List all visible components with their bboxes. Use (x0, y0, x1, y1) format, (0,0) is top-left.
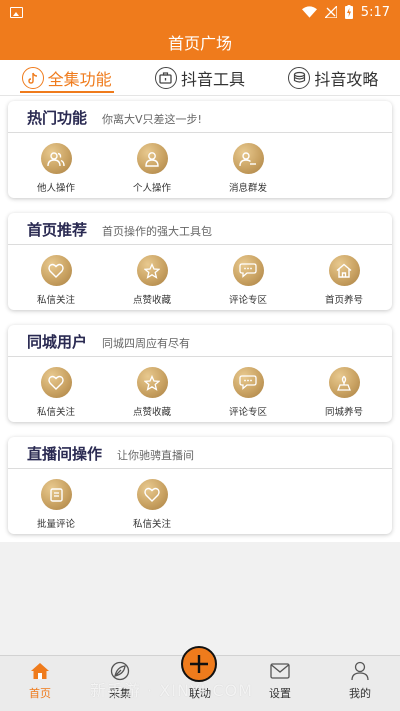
section-subtitle: 让你驰骋直播间 (117, 449, 195, 462)
person-icon (351, 660, 369, 682)
page-title: 首页广场 (167, 34, 232, 53)
users-icon (40, 143, 72, 174)
star-icon (136, 255, 168, 286)
wifi-icon (301, 6, 317, 18)
feature-mass-message[interactable]: 消息群发 (200, 143, 296, 194)
tab-label: 抖音工具 (180, 69, 245, 89)
feature-dm-follow[interactable]: 私信关注 (8, 255, 104, 306)
feature-list: 热门功能 你离大V只差这一步! 他人操作 个人操作 消息群发 首页推荐 首页操作… (0, 96, 400, 542)
feature-personal-ops[interactable]: 个人操作 (104, 143, 200, 194)
home-icon (30, 660, 50, 682)
user-icon (136, 143, 168, 174)
tab-label: 全集功能 (47, 69, 112, 89)
user-broadcast-icon (232, 143, 264, 174)
watermark: 新手游 · XINYI.COM (90, 681, 254, 700)
feature-batch-comment[interactable]: 批量评论 (8, 479, 104, 530)
star-icon (136, 367, 168, 398)
section-live-room: 直播间操作 让你驰骋直播间 批量评论 私信关注 (8, 437, 392, 534)
nav-profile[interactable]: 我的 (320, 656, 400, 711)
heart-icon (40, 255, 72, 286)
plus-icon (190, 655, 208, 673)
coins-icon (288, 66, 311, 89)
comment-icon (232, 367, 264, 398)
toolbox-icon (154, 66, 177, 89)
feature-others-ops[interactable]: 他人操作 (8, 143, 104, 194)
comment-icon (232, 255, 264, 286)
mail-icon (270, 660, 290, 682)
section-local-users: 同城用户 同城四周应有尽有 私信关注 点赞收藏 评论专区 同城养号 (8, 325, 392, 422)
nav-home[interactable]: 首页 (0, 656, 80, 711)
heart-icon (40, 367, 72, 398)
feature-local-comment-zone[interactable]: 评论专区 (200, 367, 296, 418)
section-hot-features: 热门功能 你离大V只差这一步! 他人操作 个人操作 消息群发 (8, 101, 392, 198)
section-title: 直播间操作 (27, 445, 103, 463)
feature-like-collect[interactable]: 点赞收藏 (104, 255, 200, 306)
tab-douyin-guide[interactable]: 抖音攻略 (286, 60, 380, 96)
feature-local-dm-follow[interactable]: 私信关注 (8, 367, 104, 418)
app-bar: 首页广场 (0, 24, 400, 60)
feature-home-nurture[interactable]: 首页养号 (296, 255, 392, 306)
feature-local-like-collect[interactable]: 点赞收藏 (104, 367, 200, 418)
status-bar: 5:17 (0, 0, 400, 24)
battery-charging-icon (344, 5, 353, 19)
tab-label: 抖音攻略 (314, 69, 379, 89)
heart-icon (136, 479, 168, 510)
clock: 5:17 (360, 4, 390, 20)
section-title: 首页推荐 (27, 221, 88, 239)
section-home-recommend: 首页推荐 首页操作的强大工具包 私信关注 点赞收藏 评论专区 首页养号 (8, 213, 392, 310)
no-signal-icon (324, 6, 337, 18)
tab-all-features[interactable]: 全集功能 (19, 60, 114, 96)
tab-douyin-tools[interactable]: 抖音工具 (153, 60, 247, 96)
city-icon (328, 367, 360, 398)
douyin-logo-icon (21, 66, 44, 89)
section-title: 同城用户 (27, 333, 88, 351)
image-notification-icon (10, 6, 23, 18)
feature-local-nurture[interactable]: 同城养号 (296, 367, 392, 418)
section-subtitle: 首页操作的强大工具包 (102, 225, 213, 238)
home-icon (328, 255, 360, 286)
feature-comment-zone[interactable]: 评论专区 (200, 255, 296, 306)
section-subtitle: 你离大V只差这一步! (102, 113, 202, 126)
section-title: 热门功能 (27, 109, 88, 127)
section-subtitle: 同城四周应有尽有 (102, 337, 191, 350)
feature-live-dm-follow[interactable]: 私信关注 (104, 479, 200, 530)
top-tabs: 全集功能 抖音工具 抖音攻略 (0, 60, 400, 96)
batch-comment-icon (40, 479, 72, 510)
